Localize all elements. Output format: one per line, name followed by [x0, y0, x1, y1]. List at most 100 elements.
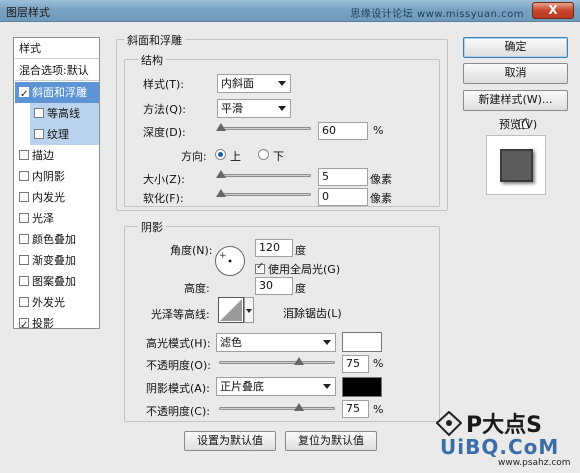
gloss-contour-dropdown[interactable]: [244, 297, 254, 323]
style-item-checkbox[interactable]: [19, 150, 29, 160]
gloss-contour-thumbnail[interactable]: [218, 297, 244, 323]
close-button[interactable]: X: [532, 2, 574, 19]
style-item-label: 图案叠加: [32, 275, 76, 288]
set-default-button[interactable]: 设置为默认值: [184, 431, 276, 451]
styles-header[interactable]: 样式: [15, 38, 99, 59]
style-item[interactable]: 描边: [15, 145, 99, 166]
logo-mark-icon: [436, 411, 462, 437]
watermark-text: 思缘设计论坛 www.missyuan.com: [350, 9, 524, 20]
chevron-down-icon: [278, 81, 286, 86]
style-item-checkbox[interactable]: [19, 234, 29, 244]
style-item[interactable]: 内发光: [15, 187, 99, 208]
shadow-opacity-input[interactable]: 75: [342, 400, 369, 418]
shading-title: 阴影: [138, 219, 166, 235]
soften-unit: 像素: [370, 192, 392, 205]
soften-input[interactable]: 0: [318, 188, 368, 206]
shadow-opacity-slider[interactable]: [219, 403, 335, 411]
reset-default-button[interactable]: 复位为默认值: [285, 431, 377, 451]
technique-select[interactable]: 平滑: [217, 99, 291, 118]
technique-value: 平滑: [221, 102, 243, 115]
style-item-label: 内发光: [32, 191, 65, 204]
style-item-checkbox[interactable]: [19, 84, 29, 105]
blending-options-item[interactable]: 混合选项:默认: [15, 60, 99, 81]
style-item-label: 渐变叠加: [32, 254, 76, 267]
style-item-label: 等高线: [47, 107, 80, 120]
style-item-checkbox[interactable]: [19, 315, 29, 336]
shadow-opacity-label: 不透明度(C):: [146, 405, 210, 418]
direction-up-radio[interactable]: [215, 149, 226, 160]
style-value: 内斜面: [221, 77, 254, 90]
style-item-checkbox[interactable]: [34, 129, 44, 139]
depth-slider-thumb[interactable]: [216, 123, 226, 131]
size-slider[interactable]: [216, 170, 311, 178]
bevel-emboss-title: 斜面和浮雕: [124, 32, 185, 48]
size-slider-thumb[interactable]: [216, 170, 226, 178]
style-item[interactable]: 纹理: [30, 124, 99, 145]
style-select[interactable]: 内斜面: [217, 74, 291, 93]
style-item-checkbox[interactable]: [19, 297, 29, 307]
psahz-logo: P大点S UiBQ.CoM www.psahz.com: [430, 405, 578, 471]
global-light-checkbox[interactable]: [255, 261, 265, 274]
logo-sub-text: UiBQ.CoM: [440, 435, 560, 459]
highlight-color-swatch[interactable]: [342, 332, 382, 352]
style-item-checkbox[interactable]: [19, 192, 29, 202]
altitude-input[interactable]: 30: [255, 277, 293, 295]
window-title: 图层样式: [6, 6, 50, 19]
antialias-label[interactable]: 消除锯齿(L): [283, 305, 342, 321]
svg-text:+: +: [219, 251, 227, 261]
angle-input[interactable]: 120: [255, 239, 293, 257]
size-input[interactable]: 5: [318, 168, 368, 186]
ok-button[interactable]: 确定: [463, 37, 568, 58]
shadow-mode-value: 正片叠底: [220, 380, 264, 393]
style-item[interactable]: 斜面和浮雕: [15, 82, 99, 105]
direction-down-label[interactable]: 下: [273, 148, 284, 164]
shadow-opacity-thumb[interactable]: [294, 403, 304, 411]
angle-dial[interactable]: +: [214, 245, 246, 277]
style-item-checkbox[interactable]: [19, 276, 29, 286]
soften-slider[interactable]: [216, 189, 311, 197]
style-item[interactable]: 投影: [15, 313, 99, 336]
preview-label[interactable]: 预览(V): [499, 116, 537, 132]
style-item-checkbox[interactable]: [19, 171, 29, 181]
shadow-color-swatch[interactable]: [342, 377, 382, 397]
global-light-label[interactable]: 使用全局光(G): [268, 261, 340, 277]
new-style-button[interactable]: 新建样式(W)...: [463, 90, 568, 111]
size-unit: 像素: [370, 173, 392, 186]
cancel-button[interactable]: 取消: [463, 63, 568, 84]
chevron-down-icon: [278, 106, 286, 111]
style-label: 样式(T):: [143, 78, 185, 91]
shadow-mode-select[interactable]: 正片叠底: [216, 377, 336, 396]
style-item-checkbox[interactable]: [19, 255, 29, 265]
style-item-label: 投影: [32, 317, 54, 330]
style-item[interactable]: 外发光: [15, 292, 99, 313]
style-item-label: 内阴影: [32, 170, 65, 183]
direction-down-radio[interactable]: [258, 149, 269, 160]
highlight-mode-select[interactable]: 滤色: [216, 333, 336, 352]
highlight-mode-value: 滤色: [220, 336, 242, 349]
angle-label: 角度(N):: [170, 244, 213, 257]
preview-thumbnail: [486, 135, 546, 195]
structure-title: 结构: [138, 52, 166, 68]
style-item-label: 斜面和浮雕: [32, 86, 87, 99]
direction-up-label[interactable]: 上: [230, 148, 241, 164]
highlight-opacity-slider[interactable]: [219, 357, 335, 365]
style-item[interactable]: 等高线: [30, 103, 99, 124]
style-item-checkbox[interactable]: [19, 213, 29, 223]
angle-unit: 度: [295, 244, 306, 257]
style-item[interactable]: 光泽: [15, 208, 99, 229]
depth-input[interactable]: 60: [318, 122, 368, 140]
style-item[interactable]: 内阴影: [15, 166, 99, 187]
highlight-opacity-input[interactable]: 75: [342, 355, 369, 373]
style-item[interactable]: 渐变叠加: [15, 250, 99, 271]
preview-swatch: [500, 149, 533, 182]
depth-slider[interactable]: [216, 123, 311, 131]
direction-label: 方向:: [181, 150, 207, 163]
soften-slider-thumb[interactable]: [216, 189, 226, 197]
style-item-label: 描边: [32, 149, 54, 162]
shadow-opacity-unit: %: [373, 403, 384, 416]
style-item-checkbox[interactable]: [34, 108, 44, 118]
style-item[interactable]: 颜色叠加: [15, 229, 99, 250]
depth-label: 深度(D):: [143, 126, 186, 139]
highlight-opacity-thumb[interactable]: [294, 357, 304, 365]
style-item[interactable]: 图案叠加: [15, 271, 99, 292]
